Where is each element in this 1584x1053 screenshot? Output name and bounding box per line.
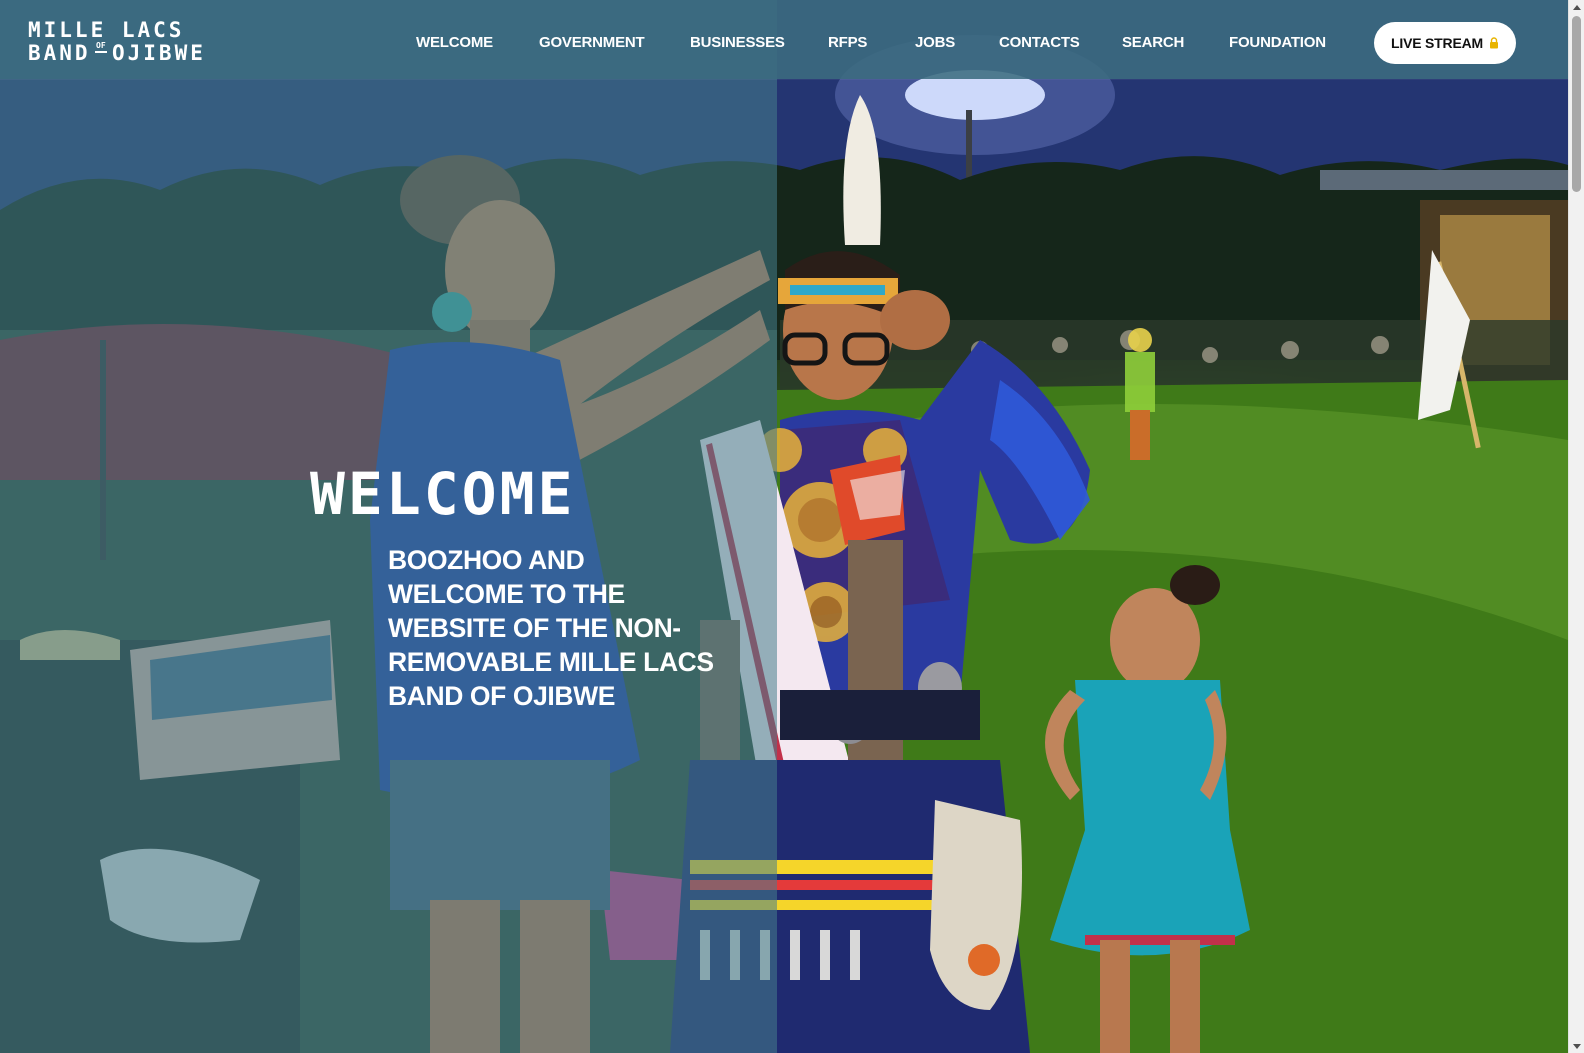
main-nav: WELCOME GOVERNMENT BUSINESSES RFPS JOBS … <box>0 0 1568 79</box>
scroll-up-arrow-icon[interactable] <box>1569 0 1584 14</box>
nav-rfps[interactable]: RFPS <box>828 34 867 52</box>
live-stream-label: LIVE STREAM <box>1391 35 1483 51</box>
nav-businesses[interactable]: BUSINESSES <box>690 34 785 52</box>
nav-jobs[interactable]: JOBS <box>915 34 955 52</box>
nav-contacts[interactable]: CONTACTS <box>999 34 1080 52</box>
page-scrollbar[interactable] <box>1568 0 1584 1053</box>
nav-search[interactable]: SEARCH <box>1122 34 1184 52</box>
page: MILLE LACS BAND OJIBWE OF WELCOME GOVERN… <box>0 0 1584 1053</box>
lock-icon <box>1489 37 1498 49</box>
site-header: MILLE LACS BAND OJIBWE OF WELCOME GOVERN… <box>0 0 1568 79</box>
live-stream-button[interactable]: LIVE STREAM <box>1374 22 1516 64</box>
hero-title: WELCOME <box>310 460 576 528</box>
scrollbar-thumb[interactable] <box>1572 16 1581 192</box>
nav-foundation[interactable]: FOUNDATION <box>1229 34 1326 52</box>
nav-welcome[interactable]: WELCOME <box>416 34 493 52</box>
hero-subtitle: BOOZHOO AND WELCOME TO THE WEBSITE OF TH… <box>388 545 714 711</box>
nav-government[interactable]: GOVERNMENT <box>539 34 645 52</box>
scroll-down-arrow-icon[interactable] <box>1569 1039 1584 1053</box>
hero-photo <box>0 0 1568 1053</box>
